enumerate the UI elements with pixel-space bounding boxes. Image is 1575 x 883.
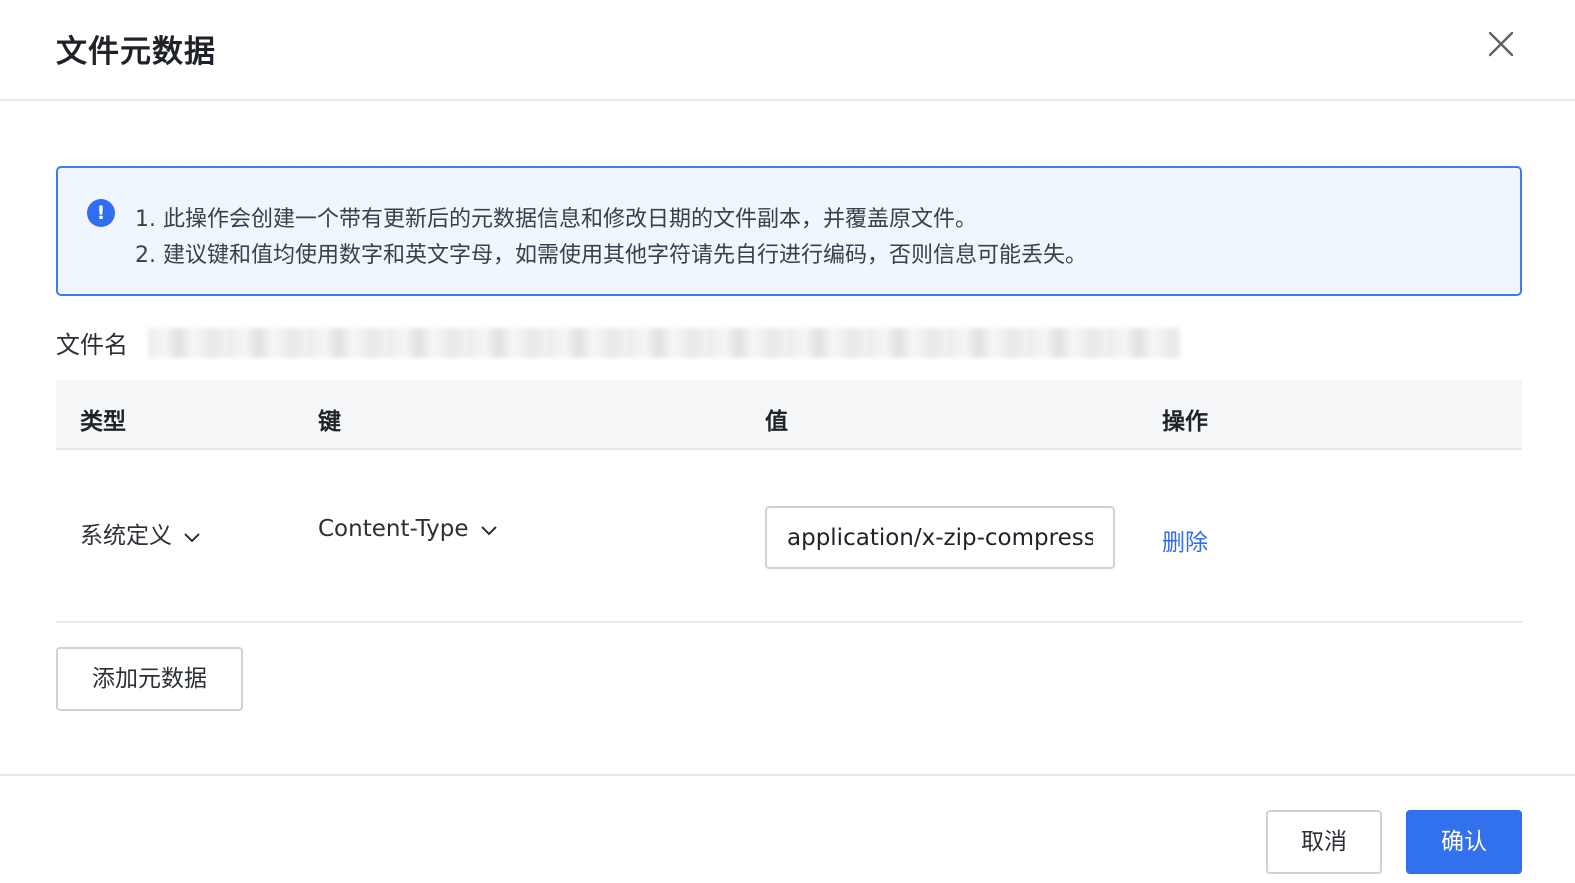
alert-line-1: 1. 此操作会创建一个带有更新后的元数据信息和修改日期的文件副本，并覆盖原文件。 <box>135 207 977 232</box>
delete-link[interactable]: 删除 <box>1162 523 1208 557</box>
chevron-down-icon <box>182 524 202 550</box>
key-select[interactable]: Content-Type <box>318 516 499 543</box>
table-header: 类型 键 值 操作 <box>56 380 1522 450</box>
table-row: 系统定义 Content-Type 删除 <box>56 450 1522 623</box>
type-select[interactable]: 系统定义 <box>80 516 202 550</box>
header-key: 键 <box>318 409 341 435</box>
file-metadata-dialog: 文件元数据 ! 1. 此操作会创建一个带有更新后的元数据信息和修改日期的文件副本… <box>0 0 1575 883</box>
filename-value-redacted <box>148 328 1180 358</box>
chevron-down-icon <box>479 517 499 543</box>
info-icon: ! <box>87 199 115 227</box>
alert-line-2: 2. 建议键和值均使用数字和英文字母，如需使用其他字符请先自行进行编码，否则信息… <box>135 243 1087 268</box>
value-input[interactable] <box>765 506 1115 569</box>
info-alert: ! 1. 此操作会创建一个带有更新后的元数据信息和修改日期的文件副本，并覆盖原文… <box>56 166 1522 296</box>
dialog-title: 文件元数据 <box>56 34 216 70</box>
filename-label: 文件名 <box>56 331 128 359</box>
key-select-value: Content-Type <box>318 516 469 542</box>
dialog-header: 文件元数据 <box>0 0 1575 101</box>
header-value: 值 <box>765 409 788 435</box>
header-action: 操作 <box>1162 409 1208 435</box>
dialog-footer: 取消 确认 <box>0 774 1575 883</box>
close-icon[interactable] <box>1482 25 1520 63</box>
type-select-value: 系统定义 <box>80 523 172 549</box>
add-metadata-button[interactable]: 添加元数据 <box>56 647 243 711</box>
header-type: 类型 <box>80 409 126 435</box>
cancel-button[interactable]: 取消 <box>1266 810 1382 874</box>
confirm-button[interactable]: 确认 <box>1406 810 1522 874</box>
